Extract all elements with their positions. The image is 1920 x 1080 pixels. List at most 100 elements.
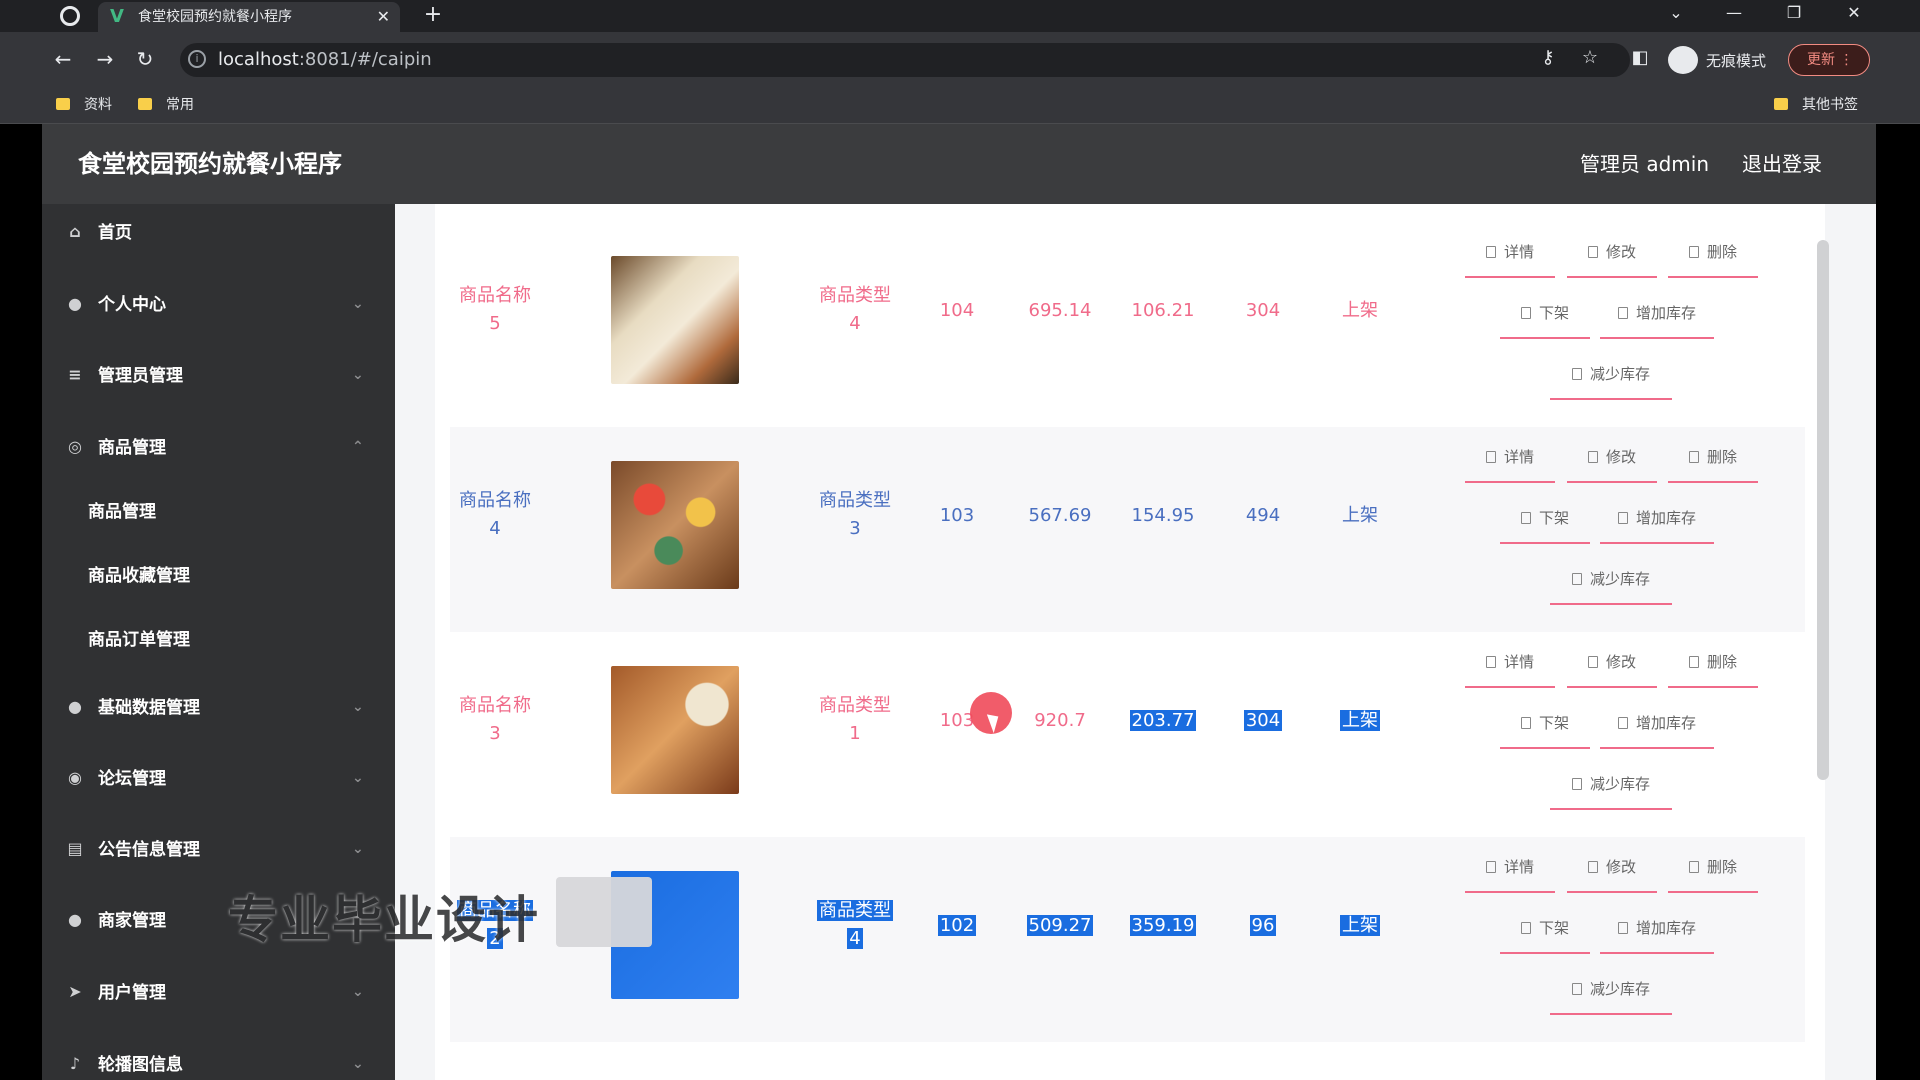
off-shelf-button[interactable]: 下架 bbox=[1500, 293, 1590, 339]
add-stock-button[interactable]: 增加库存 bbox=[1600, 293, 1714, 339]
close-window-icon[interactable]: ✕ bbox=[1834, 0, 1874, 28]
site-info-icon[interactable]: i bbox=[188, 50, 206, 68]
reduce-stock-button[interactable]: 减少库存 bbox=[1550, 354, 1672, 400]
delete-button[interactable]: 删除 bbox=[1668, 847, 1758, 893]
detail-button[interactable]: 详情 bbox=[1465, 642, 1555, 688]
star-icon[interactable]: ☆ bbox=[1578, 46, 1602, 70]
detail-button[interactable]: 详情 bbox=[1465, 847, 1555, 893]
user-icon: ● bbox=[68, 294, 82, 313]
goods-status-cell: 上架 bbox=[1342, 300, 1378, 321]
off-shelf-label: 下架 bbox=[1538, 509, 1569, 527]
goods-price2-cell: 359.19 bbox=[1129, 915, 1197, 936]
sidebar-item-goods[interactable]: ◎ 商品管理 ⌃ bbox=[42, 419, 395, 477]
goods-name-cell: 商品名称 4 bbox=[459, 490, 531, 539]
goods-status-cell: 上架 bbox=[1340, 915, 1380, 936]
logout-button[interactable]: 退出登录 bbox=[1742, 124, 1822, 204]
bookmark-folder-other[interactable]: 其他书签 bbox=[1774, 88, 1858, 122]
detail-label: 详情 bbox=[1503, 243, 1534, 261]
scrollbar[interactable] bbox=[1817, 240, 1829, 780]
bookmark-folder-ziliao[interactable]: 资料 bbox=[56, 88, 112, 122]
off-shelf-label: 下架 bbox=[1538, 919, 1569, 937]
goods-type-cell: 商品类型 4 bbox=[817, 900, 893, 949]
sidebar-item-forum[interactable]: ◉ 论坛管理 ⌄ bbox=[42, 750, 395, 808]
mic-icon: ♪ bbox=[69, 1054, 81, 1073]
minimize-icon[interactable]: — bbox=[1714, 0, 1754, 28]
sidebar-item-personal[interactable]: ● 个人中心 ⌄ bbox=[42, 276, 395, 334]
key-icon[interactable]: ⚷ bbox=[1536, 46, 1560, 70]
sidebar-item-basedata[interactable]: ● 基础数据管理 ⌄ bbox=[42, 679, 395, 737]
off-shelf-button[interactable]: 下架 bbox=[1500, 703, 1590, 749]
pen-icon bbox=[1587, 451, 1598, 463]
reload-icon[interactable]: ↻ bbox=[130, 44, 160, 74]
delete-button[interactable]: 删除 bbox=[1668, 642, 1758, 688]
bookmark-folder-changyong[interactable]: 常用 bbox=[138, 88, 194, 122]
goods-status-cell: 上架 bbox=[1342, 505, 1378, 526]
delete-label: 删除 bbox=[1706, 653, 1737, 671]
goods-value-cell: 103 bbox=[939, 505, 975, 526]
reduce-stock-label: 减少库存 bbox=[1589, 570, 1650, 588]
restore-icon[interactable]: ❐ bbox=[1774, 0, 1814, 28]
tab-title: 食堂校园预约就餐小程序 bbox=[138, 9, 292, 25]
chevron-up-icon: ⌃ bbox=[352, 439, 364, 455]
sidebar-item-admin[interactable]: ≡ 管理员管理 ⌄ bbox=[42, 347, 395, 405]
detail-button[interactable]: 详情 bbox=[1465, 232, 1555, 278]
reduce-stock-button[interactable]: 减少库存 bbox=[1550, 969, 1672, 1015]
new-tab-button[interactable]: + bbox=[418, 0, 448, 32]
target-icon: ◉ bbox=[68, 768, 82, 787]
tab-search-icon[interactable]: ⌄ bbox=[1656, 0, 1696, 28]
sidepanel-icon[interactable]: ◧ bbox=[1628, 46, 1652, 70]
delete-button[interactable]: 删除 bbox=[1668, 437, 1758, 483]
sidebar-sub-goods[interactable]: 商品管理 bbox=[42, 486, 395, 538]
off-shelf-button[interactable]: 下架 bbox=[1500, 908, 1590, 954]
edit-button[interactable]: 修改 bbox=[1567, 642, 1657, 688]
app-header: 食堂校园预约就餐小程序 管理员 admin 退出登录 bbox=[42, 124, 1876, 204]
app-title: 食堂校园预约就餐小程序 bbox=[78, 150, 342, 178]
address-bar: ← → ↻ i localhost:8081/#/caipin ⚷ ☆ ◧ 无痕… bbox=[0, 32, 1920, 88]
sidebar-sub-favorites[interactable]: 商品收藏管理 bbox=[42, 550, 395, 602]
reduce-stock-button[interactable]: 减少库存 bbox=[1550, 559, 1672, 605]
add-stock-button[interactable]: 增加库存 bbox=[1600, 908, 1714, 954]
chevron-down-icon: ⌄ bbox=[352, 984, 364, 1000]
compass-icon: ◎ bbox=[68, 437, 82, 456]
sidebar-item-home[interactable]: ⌂ 首页 bbox=[42, 204, 395, 262]
back-icon[interactable]: ← bbox=[48, 44, 78, 74]
incognito-icon[interactable] bbox=[1668, 46, 1698, 74]
edit-label: 修改 bbox=[1605, 448, 1636, 466]
add-stock-button[interactable]: 增加库存 bbox=[1600, 498, 1714, 544]
sidebar-item-notice[interactable]: ▤ 公告信息管理 ⌄ bbox=[42, 821, 395, 879]
update-button[interactable]: 更新 ⋮ bbox=[1788, 44, 1870, 76]
detail-label: 详情 bbox=[1503, 858, 1534, 876]
reduce-stock-label: 减少库存 bbox=[1589, 980, 1650, 998]
goods-price2-cell: 203.77 bbox=[1129, 710, 1197, 731]
off-shelf-button[interactable]: 下架 bbox=[1500, 498, 1590, 544]
url-path: :8081/#/caipin bbox=[298, 49, 432, 70]
trash-icon bbox=[1688, 451, 1699, 463]
detail-button[interactable]: 详情 bbox=[1465, 437, 1555, 483]
reduce-stock-button[interactable]: 减少库存 bbox=[1550, 764, 1672, 810]
edit-button[interactable]: 修改 bbox=[1567, 437, 1657, 483]
goods-image bbox=[611, 256, 739, 384]
edit-button[interactable]: 修改 bbox=[1567, 847, 1657, 893]
close-tab-icon[interactable]: ✕ bbox=[377, 2, 390, 32]
goods-name-cell: 商品名称 5 bbox=[459, 285, 531, 334]
forward-icon[interactable]: → bbox=[90, 44, 120, 74]
off-shelf-label: 下架 bbox=[1538, 714, 1569, 732]
sidebar-item-carousel[interactable]: ♪ 轮播图信息 ⌄ bbox=[42, 1036, 395, 1080]
browser-tab[interactable]: V 食堂校园预约就餐小程序 ✕ bbox=[98, 2, 400, 32]
goods-image bbox=[611, 666, 739, 794]
edit-button[interactable]: 修改 bbox=[1567, 232, 1657, 278]
delete-button[interactable]: 删除 bbox=[1668, 232, 1758, 278]
sidebar-item-users[interactable]: ➤ 用户管理 ⌄ bbox=[42, 964, 395, 1022]
delete-label: 删除 bbox=[1706, 448, 1737, 466]
url-input[interactable]: i localhost:8081/#/caipin bbox=[180, 43, 1630, 77]
chevron-down-icon: ⌄ bbox=[352, 296, 364, 312]
goods-type-cell: 商品类型 4 bbox=[819, 285, 891, 334]
goods-price-cell: 695.14 bbox=[1028, 300, 1092, 321]
add-stock-button[interactable]: 增加库存 bbox=[1600, 703, 1714, 749]
admin-label: 管理员 admin bbox=[1580, 152, 1710, 176]
reduce-stock-label: 减少库存 bbox=[1589, 775, 1650, 793]
pin-icon bbox=[1617, 512, 1628, 524]
edit-label: 修改 bbox=[1605, 243, 1636, 261]
sidebar-sub-orders[interactable]: 商品订单管理 bbox=[42, 614, 395, 666]
trash-icon bbox=[1688, 656, 1699, 668]
